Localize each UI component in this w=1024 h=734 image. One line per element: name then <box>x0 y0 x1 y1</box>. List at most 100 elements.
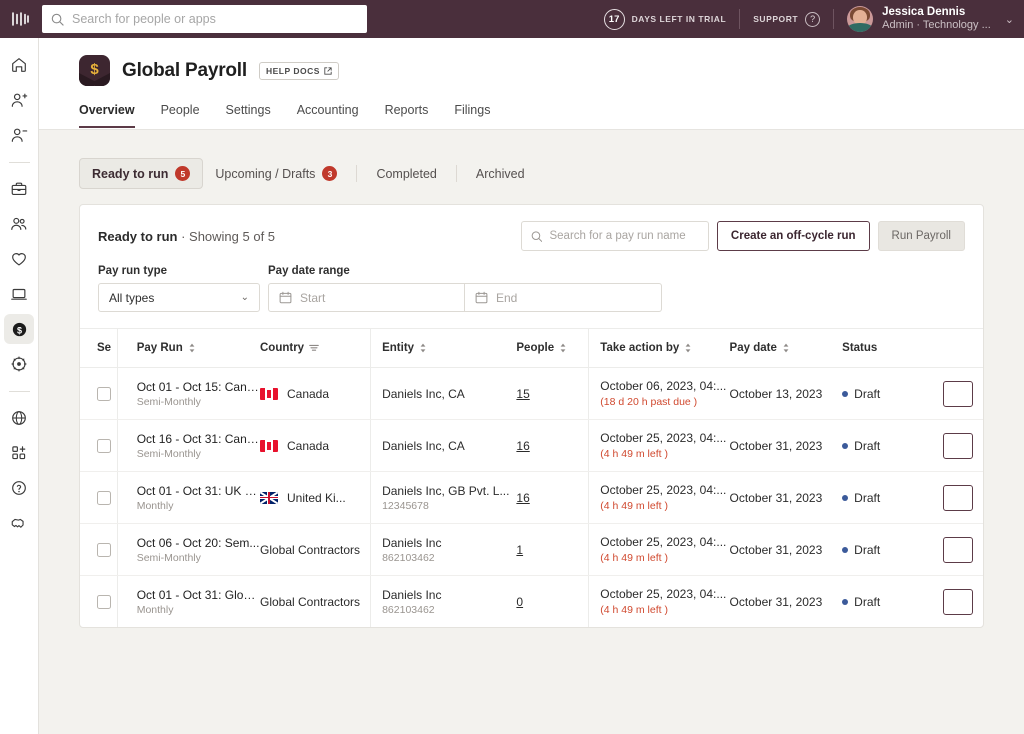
sidebar-item-people[interactable] <box>4 209 34 239</box>
row-checkbox[interactable] <box>97 438 111 453</box>
help-docs-button[interactable]: HELP DOCS <box>258 61 339 80</box>
pay-run-type-select[interactable]: All types ⌄ <box>98 283 260 312</box>
tab-filings[interactable]: Filings <box>454 103 490 128</box>
sidebar-item-remove-user[interactable] <box>4 120 34 150</box>
flag-canada-icon <box>259 439 278 452</box>
column-header-people[interactable]: People <box>516 328 589 368</box>
row-action-cell[interactable] <box>942 523 983 576</box>
sidebar-item-briefcase[interactable] <box>4 174 34 204</box>
row-action-cell[interactable] <box>942 471 983 524</box>
row-action-cell[interactable] <box>942 419 983 472</box>
take-action-date: October 06, 2023, 04:... <box>600 379 727 393</box>
support-link[interactable]: SUPPORT <box>753 14 798 24</box>
column-header-pay-date[interactable]: Pay date <box>729 328 843 368</box>
chevron-down-icon: ⌄ <box>240 292 249 303</box>
trial-status[interactable]: 17 DAYS LEFT IN TRIAL <box>603 8 727 30</box>
tab-overview[interactable]: Overview <box>79 103 135 128</box>
status-tab-ready-to-run[interactable]: Ready to run 5 <box>79 158 204 189</box>
row-select-cell[interactable] <box>80 367 118 420</box>
column-header-actions <box>942 328 983 368</box>
user-add-icon <box>11 93 28 107</box>
sidebar-item-global[interactable] <box>4 403 34 433</box>
tab-reports[interactable]: Reports <box>385 103 429 128</box>
pay-run-search[interactable] <box>520 221 709 251</box>
avatar[interactable] <box>847 6 874 32</box>
entity-name: Daniels Inc, GB Pvt. L... <box>382 483 510 498</box>
row-action-button[interactable] <box>942 380 973 407</box>
table-row[interactable]: Oct 01 - Oct 31: Glob... Monthly Global … <box>80 575 983 628</box>
row-checkbox[interactable] <box>97 594 111 609</box>
country-name: Global Contractors <box>259 542 361 557</box>
row-action-button[interactable] <box>942 432 973 459</box>
table-row[interactable]: Oct 01 - Oct 15: Cana... Semi-Monthly Ca… <box>80 367 983 420</box>
start-date-input[interactable]: Start <box>268 283 465 312</box>
user-menu[interactable]: Jessica Dennis Admin · Technology ... <box>882 5 991 33</box>
row-action-cell[interactable] <box>942 367 983 420</box>
row-action-cell[interactable] <box>942 576 983 628</box>
payroll-dollar-icon: $ <box>79 55 110 86</box>
people-count-link[interactable]: 15 <box>516 387 529 401</box>
sidebar-item-settings[interactable] <box>4 349 34 379</box>
column-header-take-action-by[interactable]: Take action by <box>588 328 730 368</box>
main-content: $ Global Payroll HELP DOCS Overview Peop… <box>39 38 1024 734</box>
sidebar-item-payroll[interactable]: $ <box>4 314 34 344</box>
end-date-input[interactable]: End <box>465 283 662 312</box>
trial-days-count: 17 <box>603 8 625 30</box>
people-count-link[interactable]: 16 <box>516 491 529 505</box>
take-action-by-cell: October 25, 2023, 04:... (4 h 49 m left … <box>588 419 730 472</box>
row-select-cell[interactable] <box>80 523 118 576</box>
status-tab-archived[interactable]: Archived <box>464 160 537 188</box>
row-select-cell[interactable] <box>80 471 118 524</box>
people-count-link[interactable]: 0 <box>516 595 523 609</box>
create-offcycle-run-button[interactable]: Create an off-cycle run <box>716 221 870 251</box>
sidebar-item-benefits[interactable] <box>4 244 34 274</box>
status-tab-upcoming-drafts[interactable]: Upcoming / Drafts 3 <box>203 159 349 188</box>
pay-run-search-input[interactable] <box>549 230 699 242</box>
heart-icon <box>12 253 26 266</box>
status-cell: Draft <box>842 523 943 576</box>
column-header-select[interactable]: Se <box>80 328 118 368</box>
row-checkbox[interactable] <box>97 542 111 557</box>
status-tab-completed[interactable]: Completed <box>364 160 448 188</box>
sidebar-item-partners[interactable] <box>4 508 34 538</box>
table-row[interactable]: Oct 01 - Oct 31: UK D... Monthly United … <box>80 471 983 524</box>
body-area: Ready to run 5 Upcoming / Drafts 3 Compl… <box>39 130 1024 628</box>
sidebar-item-home[interactable] <box>4 50 34 80</box>
table-row[interactable]: Oct 06 - Oct 20: Sem... Semi-Monthly Glo… <box>80 523 983 576</box>
global-search-input[interactable] <box>72 12 358 26</box>
tab-accounting[interactable]: Accounting <box>297 103 359 128</box>
table-row[interactable]: Oct 16 - Oct 31: Cana... Semi-Monthly Ca… <box>80 419 983 472</box>
column-header-pay-run[interactable]: Pay Run <box>117 328 260 368</box>
row-action-button[interactable] <box>942 484 973 511</box>
run-payroll-button[interactable]: Run Payroll <box>877 221 965 251</box>
row-checkbox[interactable] <box>97 386 111 401</box>
user-role: Admin · Technology ... <box>882 19 991 32</box>
question-circle-icon <box>12 481 26 495</box>
question-circle-icon[interactable]: ? <box>805 11 821 27</box>
status-label: Draft <box>854 438 881 453</box>
column-header-country[interactable]: Country <box>259 328 371 368</box>
tab-settings[interactable]: Settings <box>226 103 271 128</box>
people-count-link[interactable]: 16 <box>516 439 529 453</box>
row-select-cell[interactable] <box>80 419 118 472</box>
pay-run-cell: Oct 01 - Oct 31: UK D... Monthly <box>117 471 260 524</box>
divider <box>455 165 457 182</box>
tab-people[interactable]: People <box>161 103 200 128</box>
card-title-bold: Ready to run <box>98 228 178 244</box>
sidebar-item-help[interactable] <box>4 473 34 503</box>
row-select-cell[interactable] <box>80 575 118 627</box>
sidebar-item-devices[interactable] <box>4 279 34 309</box>
rippling-logo[interactable] <box>0 0 40 38</box>
divider <box>833 9 835 29</box>
people-count-link[interactable]: 1 <box>516 543 523 557</box>
row-action-button[interactable] <box>942 536 973 563</box>
trial-label: DAYS LEFT IN TRIAL <box>631 14 727 24</box>
column-header-entity[interactable]: Entity <box>370 328 517 368</box>
row-action-button[interactable] <box>942 588 973 615</box>
global-search[interactable] <box>42 5 367 33</box>
sidebar-item-apps[interactable] <box>4 438 34 468</box>
chevron-down-icon[interactable]: ⌄ <box>1005 13 1014 26</box>
row-checkbox[interactable] <box>97 490 111 505</box>
sidebar-item-add-user[interactable] <box>4 85 34 115</box>
column-header-status[interactable]: Status <box>842 328 943 368</box>
